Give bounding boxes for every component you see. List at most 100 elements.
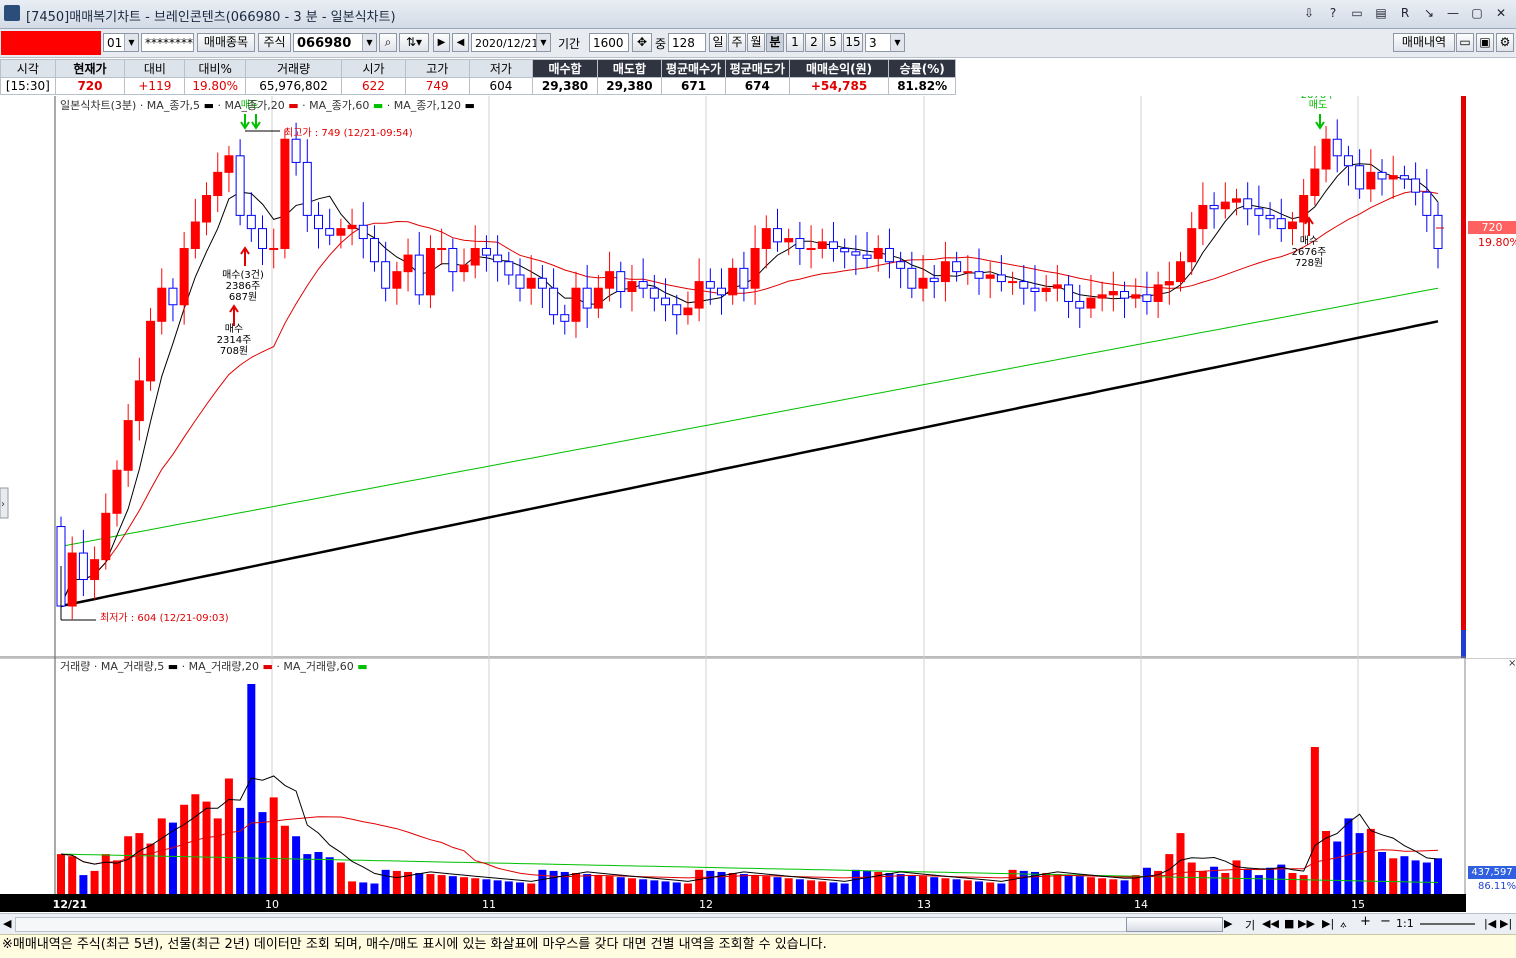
pct-tag: 19.80% bbox=[1478, 236, 1516, 249]
layout-icon[interactable]: ▤ bbox=[1372, 4, 1390, 22]
scroll-left-icon[interactable]: ◀ bbox=[3, 917, 11, 930]
volume-bar bbox=[1176, 833, 1185, 894]
volume-bar bbox=[426, 874, 435, 894]
candle-body bbox=[784, 238, 794, 243]
candle-body bbox=[974, 271, 984, 279]
candle-body bbox=[313, 214, 323, 230]
last-page-icon[interactable]: ▶| bbox=[1500, 917, 1512, 930]
market-button[interactable]: 주식 bbox=[258, 33, 291, 52]
notice-text: ※매매내역은 주식(최근 5년), 선물(최근 2년) 데이터만 조회 되며, … bbox=[0, 934, 1516, 958]
account-select[interactable]: 01 ▼ bbox=[103, 33, 139, 52]
count-input[interactable]: 128 bbox=[668, 33, 706, 52]
candle-body bbox=[649, 287, 659, 299]
candle-body bbox=[190, 221, 200, 249]
summary-value-3: 19.80% bbox=[184, 77, 246, 95]
candlestick-chart[interactable]: 매수2314주708원매수(3건)2386주687원매도매수2676주728원2… bbox=[0, 96, 1516, 658]
volume-bar bbox=[269, 797, 278, 894]
volume-bar bbox=[1075, 876, 1084, 894]
account-color-box[interactable] bbox=[1, 31, 101, 55]
volume-bar bbox=[1198, 870, 1207, 894]
sort-icon[interactable]: ⇅▾ bbox=[399, 33, 429, 52]
volume-bar bbox=[1310, 747, 1319, 894]
legend-item: · MA_종가,5 ▬ bbox=[139, 99, 214, 112]
password-field[interactable]: ******** bbox=[141, 33, 194, 52]
candle-body bbox=[1097, 294, 1107, 299]
candle-body bbox=[1366, 171, 1376, 190]
settings-icon[interactable]: ⚙ bbox=[1496, 33, 1514, 52]
scroll-track[interactable] bbox=[15, 917, 1127, 932]
grid-icon[interactable]: ✥ bbox=[632, 33, 652, 52]
stop-icon[interactable]: ■ bbox=[1284, 917, 1294, 930]
play-prev-icon[interactable]: ◀ bbox=[452, 33, 469, 52]
candle-body bbox=[705, 281, 715, 289]
unit-button-1[interactable]: 1 bbox=[786, 33, 804, 52]
help-icon[interactable]: ? bbox=[1324, 4, 1342, 22]
save-icon[interactable]: ▣ bbox=[1476, 33, 1494, 52]
scroll-right-icon[interactable]: ▶ bbox=[1224, 917, 1232, 930]
chart-type-icon[interactable]: ⟑ bbox=[1340, 917, 1347, 931]
unit-button-일[interactable]: 일 bbox=[709, 33, 727, 52]
summary-value-11: 674 bbox=[724, 77, 790, 95]
forward-icon[interactable]: ▶▶ bbox=[1298, 917, 1315, 930]
collapse-icon[interactable]: × bbox=[1508, 658, 1516, 669]
search-icon[interactable]: ⌕ bbox=[379, 33, 397, 52]
candle-body bbox=[828, 241, 838, 249]
folder-icon[interactable]: ▭ bbox=[1456, 33, 1474, 52]
candle-body bbox=[369, 238, 379, 263]
candle-body bbox=[1287, 221, 1297, 230]
candle-body bbox=[761, 228, 771, 249]
unit-button-월[interactable]: 월 bbox=[747, 33, 765, 52]
volume-bar bbox=[1355, 833, 1364, 894]
volume-bar bbox=[415, 873, 424, 894]
date-input[interactable]: 2020/12/21 ▼ bbox=[471, 33, 551, 52]
volume-bar bbox=[1288, 873, 1297, 894]
candle-body bbox=[157, 287, 167, 322]
candle-body bbox=[661, 297, 671, 306]
unit-button-5[interactable]: 5 bbox=[824, 33, 842, 52]
unit-button-2[interactable]: 2 bbox=[805, 33, 823, 52]
candle-body bbox=[414, 254, 424, 296]
minimize-icon[interactable]: — bbox=[1444, 4, 1462, 22]
unit-button-분[interactable]: 분 bbox=[766, 33, 784, 52]
summary-value-2: +119 bbox=[124, 77, 186, 95]
candle-body bbox=[728, 267, 738, 296]
volume-bar bbox=[1434, 858, 1442, 894]
close-icon[interactable]: ✕ bbox=[1492, 4, 1510, 22]
play-next-icon[interactable]: ▶ bbox=[433, 33, 450, 52]
chevron-down-icon: ▼ bbox=[362, 34, 376, 51]
pin-icon[interactable]: ⇩ bbox=[1300, 4, 1318, 22]
window-icon[interactable]: ▭ bbox=[1348, 4, 1366, 22]
volume-bar bbox=[1221, 873, 1230, 894]
summary-header-8: 매수합 bbox=[532, 59, 598, 78]
r-icon[interactable]: R bbox=[1396, 4, 1414, 22]
volume-chart[interactable]: 12/21 10 11 12 13 14 15 × bbox=[0, 658, 1516, 912]
chevron-down-icon: ▼ bbox=[536, 34, 550, 51]
volume-bar bbox=[482, 879, 491, 894]
rewind-icon[interactable]: ◀◀ bbox=[1262, 917, 1279, 930]
candle-body bbox=[1064, 284, 1074, 302]
code-input[interactable]: 066980 ▼ bbox=[293, 33, 377, 52]
unit-button-15[interactable]: 15 bbox=[843, 33, 863, 52]
unit-button-주[interactable]: 주 bbox=[728, 33, 746, 52]
volume-bar bbox=[795, 879, 804, 894]
arrow-icon[interactable]: ↘ bbox=[1420, 4, 1438, 22]
period-input[interactable]: 1600 bbox=[589, 33, 629, 52]
summary-value-8: 29,380 bbox=[532, 77, 598, 95]
first-page-icon[interactable]: |◀ bbox=[1484, 917, 1496, 930]
history-button[interactable]: 매매내역 bbox=[1393, 33, 1455, 52]
zoom-in-icon[interactable]: + bbox=[1360, 914, 1371, 929]
volume-bar bbox=[1120, 880, 1129, 894]
end-icon[interactable]: ▶| bbox=[1322, 917, 1334, 930]
maximize-icon[interactable]: ▢ bbox=[1468, 4, 1486, 22]
summary-header-13: 승률(%) bbox=[888, 59, 956, 78]
volume-bar bbox=[168, 822, 177, 894]
fit-button[interactable]: 기 bbox=[1245, 917, 1255, 933]
zoom-out-icon[interactable]: − bbox=[1380, 914, 1391, 929]
volume-bar bbox=[101, 854, 110, 894]
zoom-slider[interactable] bbox=[1420, 923, 1475, 925]
volume-bar bbox=[1064, 875, 1073, 894]
trade-items-button[interactable]: 매매종목 bbox=[197, 33, 255, 52]
scroll-thumb[interactable] bbox=[1126, 917, 1223, 932]
minute-select[interactable]: 3 ▼ bbox=[865, 33, 905, 52]
right-blue-bar bbox=[1461, 630, 1466, 658]
